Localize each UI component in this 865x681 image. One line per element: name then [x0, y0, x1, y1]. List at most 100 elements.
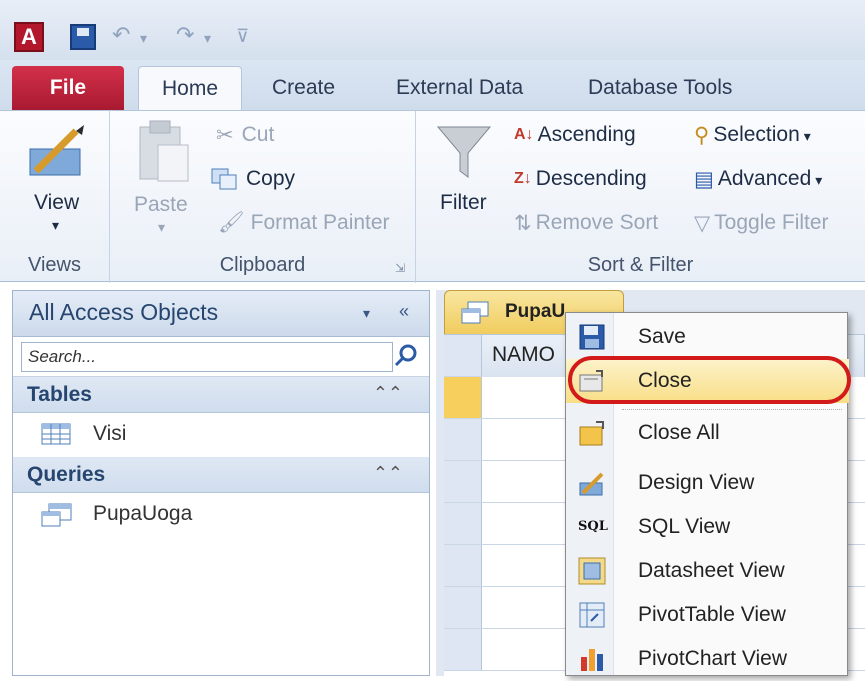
menu-separator	[622, 409, 842, 410]
nav-item-visi[interactable]: Visi	[13, 413, 429, 457]
paste-button[interactable]: Paste	[134, 193, 188, 217]
table-icon	[41, 423, 71, 445]
advanced-filter-icon: ▤	[694, 168, 714, 191]
customize-qat-icon[interactable]: ⊽	[236, 26, 249, 47]
save-icon[interactable]	[70, 24, 96, 50]
close-all-icon	[579, 421, 604, 446]
copy-icon	[211, 168, 237, 190]
remove-sort-icon: ⇅	[514, 212, 532, 235]
menu-item-label: PivotChart View	[638, 647, 788, 670]
menu-item-datasheet-view[interactable]: Datasheet View	[566, 549, 849, 593]
nav-item-label: Visi	[93, 422, 127, 445]
selection-button[interactable]: ⚲ Selection ▾	[694, 123, 811, 148]
menu-item-save[interactable]: Save	[566, 315, 849, 359]
sql-icon: SQL	[578, 519, 608, 534]
advanced-button[interactable]: ▤ Advanced ▾	[694, 167, 822, 192]
nav-menu-dropdown-icon[interactable]: ▾	[363, 305, 370, 322]
cut-button[interactable]: ✂ Cut	[216, 123, 274, 148]
design-view-icon	[579, 472, 604, 496]
column-header-label: NAMO	[492, 343, 555, 366]
menu-item-design-view[interactable]: Design View	[566, 461, 849, 505]
scissors-icon: ✂	[216, 124, 234, 147]
remove-sort-button[interactable]: ⇅ Remove Sort	[514, 211, 658, 236]
tab-home[interactable]: Home	[138, 66, 242, 110]
quick-access-toolbar: A ↶ ▾ ↷ ▾ ⊽	[0, 0, 865, 60]
clipboard-group: Paste ▾ ✂ Cut Copy 🖌 Format Painter Clipbo…	[110, 111, 416, 283]
document-tab-label: PupaU	[505, 301, 566, 322]
select-all-cell[interactable]	[444, 335, 482, 376]
tab-external-data[interactable]: External Data	[382, 66, 537, 110]
row-selector[interactable]	[444, 629, 482, 670]
row-selector[interactable]	[444, 461, 482, 502]
nav-item-pupauoga[interactable]: PupaUoga	[13, 493, 429, 537]
ascending-button[interactable]: A↓ Ascending	[514, 123, 636, 147]
save-icon	[579, 324, 605, 350]
descending-label: Descending	[535, 167, 647, 190]
format-painter-button[interactable]: 🖌 Format Painter	[218, 211, 390, 235]
undo-dropdown-icon[interactable]: ▾	[140, 30, 147, 47]
row-selector[interactable]	[444, 419, 482, 460]
copy-button[interactable]: Copy	[210, 167, 295, 191]
view-icon[interactable]	[26, 121, 88, 181]
undo-icon[interactable]: ↶	[112, 22, 130, 48]
collapse-tables-icon[interactable]: ⌃⌃	[373, 383, 403, 404]
queries-section-header[interactable]: Queries ⌃⌃	[13, 457, 429, 493]
nav-search-row	[13, 337, 429, 377]
tables-section-title: Tables	[27, 383, 92, 406]
toggle-filter-icon: ▽	[694, 212, 711, 235]
selection-filter-icon: ⚲	[694, 124, 710, 147]
paste-icon[interactable]	[136, 119, 192, 185]
menu-item-sql-view[interactable]: SQL SQL View	[566, 505, 849, 549]
highlight-ring-annotation	[568, 356, 851, 404]
row-selector[interactable]	[444, 503, 482, 544]
menu-item-label: Design View	[638, 471, 755, 494]
paste-dropdown-icon[interactable]: ▾	[158, 219, 165, 236]
row-selector[interactable]	[444, 587, 482, 628]
shutter-bar-collapse-icon[interactable]: «	[399, 301, 409, 322]
sort-ascending-icon: A↓	[514, 126, 534, 144]
datasheet-view-icon	[578, 557, 606, 585]
nav-header[interactable]: All Access Objects ▾ «	[13, 291, 429, 337]
descending-button[interactable]: Z↓ Descending	[514, 167, 647, 191]
selection-label: Selection	[713, 123, 800, 147]
filter-icon[interactable]	[436, 123, 492, 183]
row-selector[interactable]	[444, 545, 482, 586]
view-button[interactable]: View	[34, 191, 79, 215]
menu-item-label: Close All	[638, 421, 720, 444]
clipboard-launcher-icon[interactable]: ⇲	[395, 261, 405, 275]
search-icon[interactable]	[393, 343, 419, 369]
tables-section-header[interactable]: Tables ⌃⌃	[13, 377, 429, 413]
redo-icon[interactable]: ↷	[176, 22, 194, 48]
remove-sort-label: Remove Sort	[535, 211, 659, 235]
view-dropdown-icon[interactable]: ▾	[52, 217, 59, 234]
menu-item-label: Datasheet View	[638, 559, 785, 582]
nav-title: All Access Objects	[29, 299, 219, 325]
toggle-filter-button[interactable]: ▽ Toggle Filter	[694, 211, 829, 236]
copy-label: Copy	[246, 167, 296, 190]
paintbrush-icon: 🖌	[218, 211, 245, 235]
tab-create[interactable]: Create	[258, 66, 349, 110]
selection-dropdown-icon: ▾	[803, 128, 811, 145]
clipboard-group-label: Clipboard	[219, 254, 306, 276]
redo-dropdown-icon[interactable]: ▾	[204, 30, 211, 47]
tab-file[interactable]: File	[12, 66, 124, 110]
row-selector[interactable]	[444, 377, 482, 418]
menu-item-label: PivotTable View	[638, 603, 786, 626]
tab-database-tools[interactable]: Database Tools	[574, 66, 746, 110]
menu-item-pivottable-view[interactable]: PivotTable View	[566, 593, 849, 637]
collapse-queries-icon[interactable]: ⌃⌃	[373, 463, 403, 484]
nav-item-label: PupaUoga	[93, 502, 193, 525]
nav-search-input[interactable]	[21, 342, 393, 372]
menu-item-pivotchart-view[interactable]: PivotChart View	[566, 637, 849, 681]
format-painter-label: Format Painter	[250, 211, 390, 234]
access-logo-icon[interactable]: A	[14, 22, 44, 52]
pivottable-icon	[579, 602, 605, 628]
query-tab-icon	[461, 301, 489, 324]
menu-item-label: SQL View	[638, 515, 731, 538]
menu-item-close-all[interactable]: Close All	[566, 411, 849, 455]
sort-filter-group: Filter A↓ Ascending Z↓ Descending ⇅ Remove …	[416, 111, 865, 283]
pivotchart-icon	[581, 649, 603, 671]
sort-filter-group-label: Sort & Filter	[587, 254, 694, 276]
filter-button[interactable]: Filter	[440, 191, 487, 215]
ascending-label: Ascending	[537, 123, 636, 146]
